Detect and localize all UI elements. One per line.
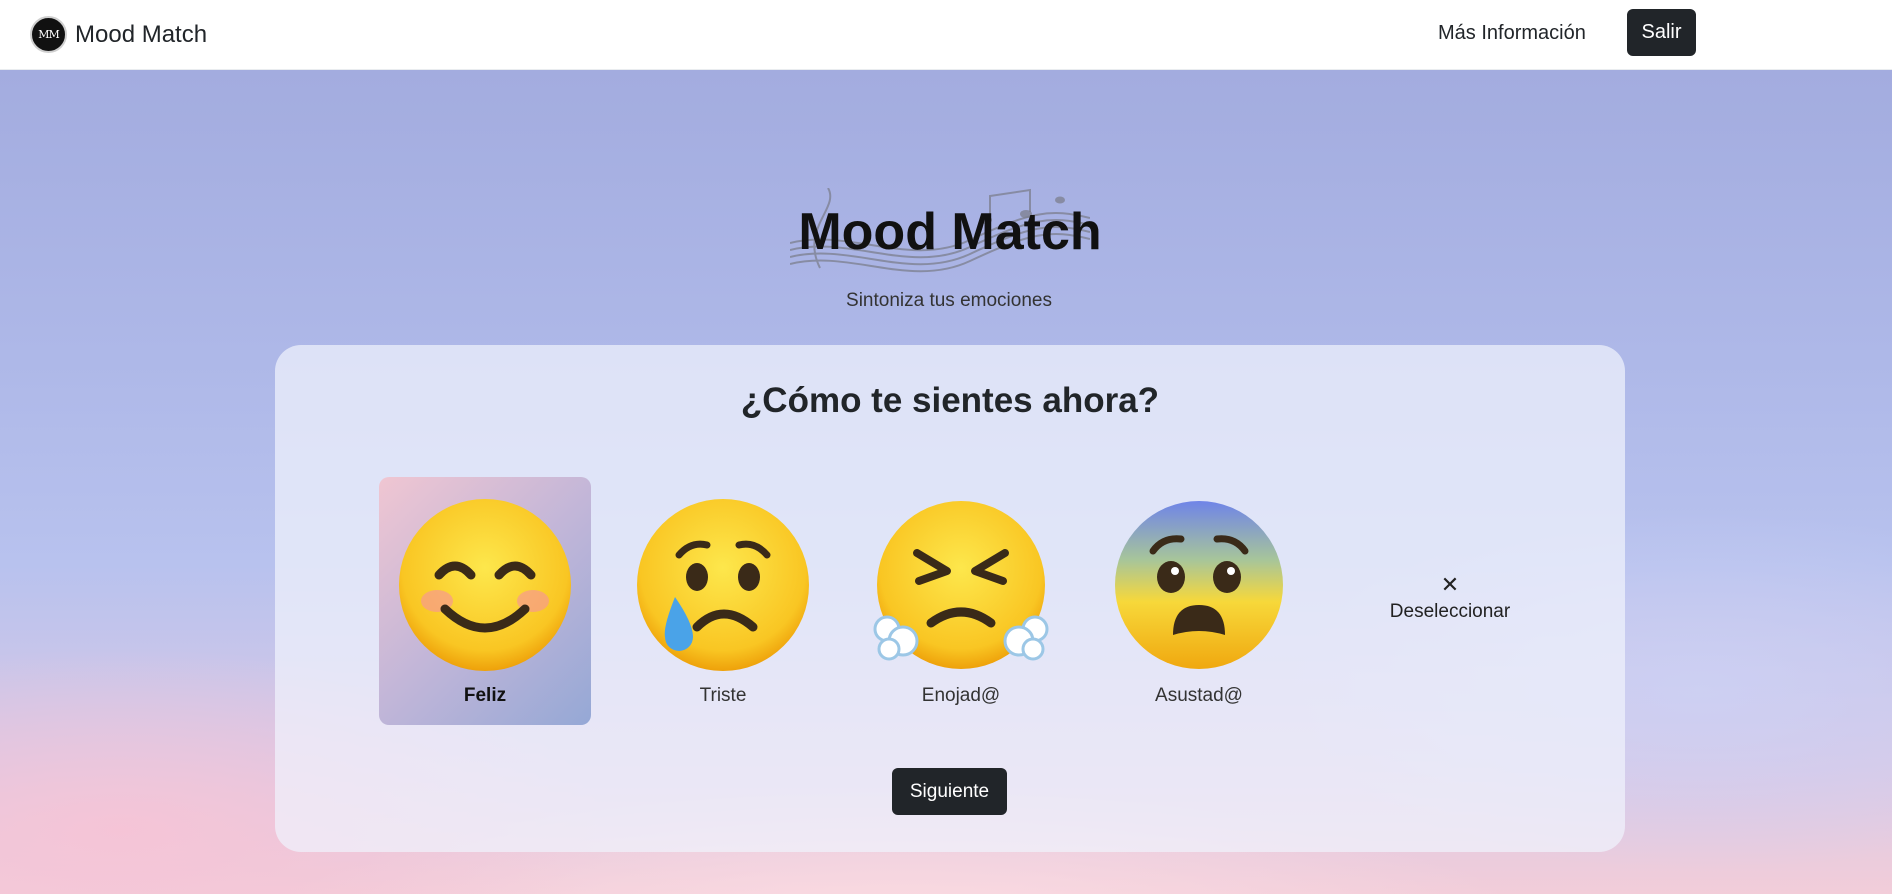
more-info-link[interactable]: Más Información — [1438, 22, 1586, 45]
mood-question: ¿Cómo te sientes ahora? — [740, 381, 1160, 420]
mood-option-enojado[interactable]: Enojad@ — [855, 477, 1067, 725]
brand-logo-icon: MM — [30, 16, 67, 53]
close-icon: ✕ — [1440, 573, 1460, 598]
mood-option-triste[interactable]: Triste — [617, 477, 829, 725]
next-button[interactable]: Siguiente — [892, 768, 1007, 815]
title-block: Mood Match — [790, 188, 1110, 278]
mood-label: Feliz — [463, 685, 507, 706]
sad-tear-face-icon — [637, 499, 809, 671]
logout-button[interactable]: Salir — [1627, 9, 1696, 56]
mood-card: ¿Cómo te sientes ahora? Feliz Triste Eno… — [275, 345, 1625, 852]
mood-label: Enojad@ — [921, 685, 1001, 706]
fearful-face-icon — [1115, 501, 1283, 669]
mood-label: Triste — [699, 685, 747, 706]
brand-name[interactable]: Mood Match — [75, 21, 207, 49]
mood-option-feliz[interactable]: Feliz — [379, 477, 591, 725]
deselect-button[interactable]: ✕ Deseleccionar — [1350, 575, 1550, 635]
brand[interactable]: MM Mood Match — [30, 16, 207, 53]
mood-label: Asustad@ — [1155, 685, 1243, 706]
page-title: Mood Match — [798, 203, 1102, 261]
page-subtitle: Sintoniza tus emociones — [846, 290, 1052, 311]
navbar: MM Mood Match Más Información Salir — [0, 0, 1892, 70]
mood-option-asustado[interactable]: Asustad@ — [1093, 477, 1305, 725]
steam-nose-face-icon — [873, 501, 1049, 669]
deselect-label: Deseleccionar — [1389, 601, 1511, 622]
brand-logo-text: MM — [38, 28, 60, 41]
smiling-face-icon — [399, 499, 571, 671]
